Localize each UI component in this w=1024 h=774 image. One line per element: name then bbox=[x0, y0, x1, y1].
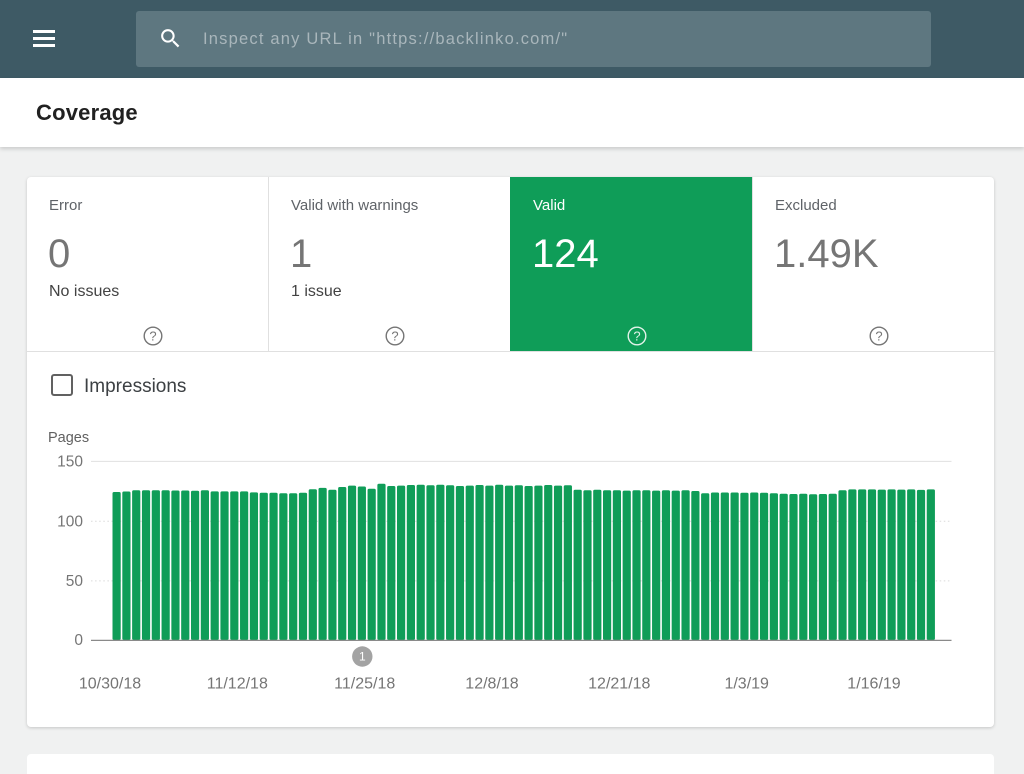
svg-text:11/12/18: 11/12/18 bbox=[207, 676, 268, 693]
svg-text:12/8/18: 12/8/18 bbox=[465, 676, 518, 693]
svg-text:?: ? bbox=[633, 329, 640, 344]
svg-text:150: 150 bbox=[57, 454, 83, 471]
svg-text:10/30/18: 10/30/18 bbox=[79, 676, 141, 693]
svg-text:100: 100 bbox=[57, 513, 83, 530]
svg-text:1: 1 bbox=[359, 650, 366, 664]
svg-text:0: 0 bbox=[74, 632, 83, 649]
svg-text:50: 50 bbox=[66, 573, 84, 590]
svg-text:11/25/18: 11/25/18 bbox=[334, 676, 395, 693]
svg-text:?: ? bbox=[391, 329, 398, 344]
svg-text:?: ? bbox=[875, 329, 882, 344]
svg-text:1/3/19: 1/3/19 bbox=[724, 676, 769, 693]
svg-text:?: ? bbox=[149, 329, 156, 344]
svg-text:12/21/18: 12/21/18 bbox=[588, 676, 650, 693]
svg-text:1/16/19: 1/16/19 bbox=[847, 676, 900, 693]
